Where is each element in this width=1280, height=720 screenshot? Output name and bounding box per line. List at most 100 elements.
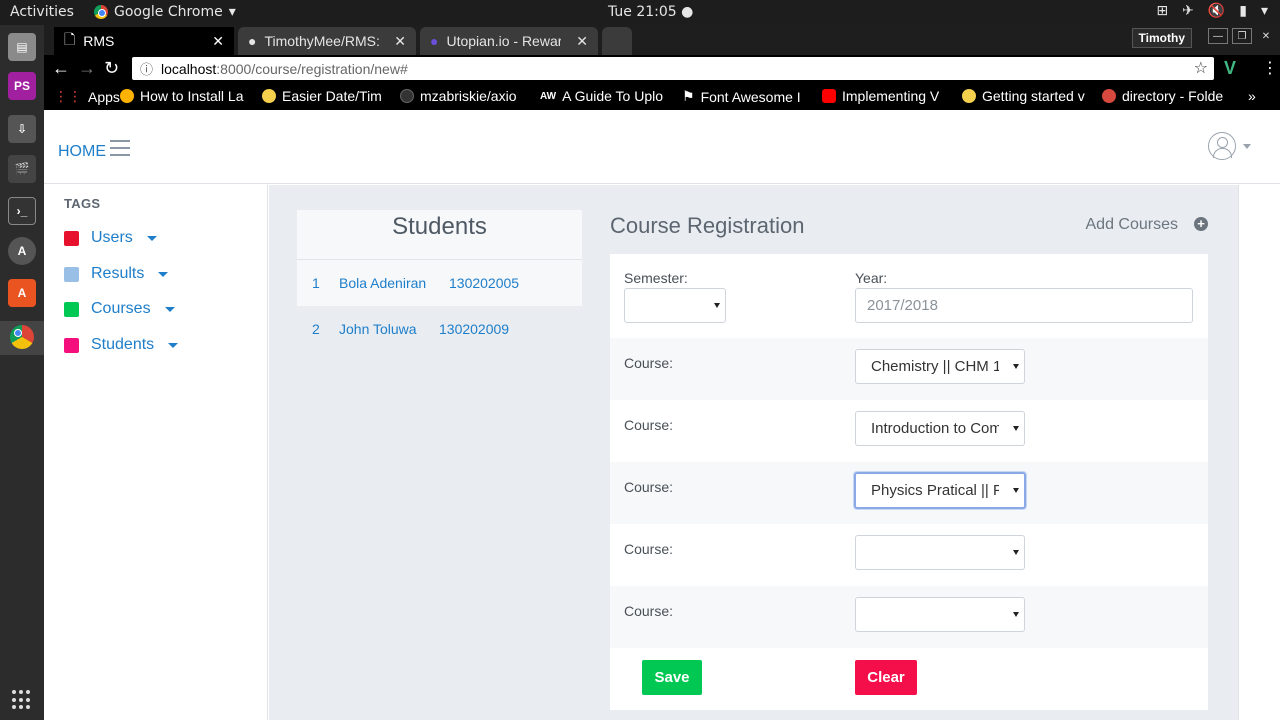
address-bar[interactable]: ⓘ localhost:8000/course/registration/new… <box>132 57 1214 80</box>
bookmark-item[interactable]: How to Install La <box>120 88 250 104</box>
caret-down-icon <box>146 235 157 241</box>
close-icon[interactable]: ✕ <box>576 33 588 50</box>
tab-github[interactable]: ● TimothyMee/RMS: I ✕ <box>238 27 416 55</box>
back-icon[interactable]: ← <box>52 58 70 79</box>
home-link[interactable]: HOME <box>58 143 106 161</box>
app-menu[interactable]: Google Chrome ▾ <box>94 4 236 20</box>
tag-color-swatch <box>64 337 79 353</box>
app-name: Google Chrome <box>114 4 223 20</box>
bookmarks-overflow[interactable]: » <box>1248 88 1256 104</box>
add-courses-link[interactable]: Add Courses <box>1086 216 1179 234</box>
bookmark-star-icon[interactable]: ☆ <box>1194 58 1208 78</box>
bookmark-item[interactable]: ⚑ Font Awesome I <box>682 88 812 105</box>
battery-icon: ▮ <box>1239 3 1247 19</box>
tab-title: RMS <box>83 33 115 49</box>
show-applications-icon[interactable] <box>12 690 32 710</box>
browser-tab-strip: 🗋 RMS ✕ ● TimothyMee/RMS: I ✕ ● Utopian.… <box>44 25 1280 55</box>
system-tray[interactable]: ⊞ ✈ 🔇 ▮ ▾ <box>1156 3 1268 19</box>
year-input[interactable]: 2017/2018 <box>855 288 1193 323</box>
course-select[interactable]: Chemistry || CHM 1 <box>855 349 1025 384</box>
sidebar-item-label: Users <box>91 229 133 246</box>
bookmark-favicon-icon <box>120 89 134 103</box>
sidebar-item-label: Results <box>91 265 145 282</box>
select-arrow-icon <box>1013 488 1019 493</box>
close-icon[interactable]: ✕ <box>394 33 406 50</box>
course-label: Course: <box>624 417 674 433</box>
form-actions-row: Save Clear <box>610 648 1208 710</box>
page-icon: 🗋 <box>64 31 76 47</box>
select-arrow-icon <box>1013 364 1019 369</box>
bookmark-apps[interactable]: ⋮⋮ Apps <box>54 88 120 105</box>
browser-toolbar: ← → ↻ ⓘ localhost:8000/course/registrati… <box>44 55 1280 82</box>
plus-circle-icon[interactable]: + <box>1194 217 1208 231</box>
course-select[interactable]: Physics Pratical || P <box>854 472 1026 509</box>
tab-rms[interactable]: 🗋 RMS ✕ <box>54 27 234 55</box>
hamburger-menu-icon[interactable] <box>110 140 130 156</box>
sidebar-item-label: Students <box>91 336 155 353</box>
minimize-icon[interactable]: — <box>1208 28 1228 44</box>
bookmark-label: mzabriskie/axio <box>420 88 517 104</box>
files-icon[interactable]: ▤ <box>8 33 36 61</box>
student-matric[interactable]: 130202005 <box>449 275 519 291</box>
profile-button[interactable]: Timothy <box>1131 28 1192 48</box>
bookmark-item[interactable]: AW A Guide To Uplo <box>540 88 670 104</box>
student-row[interactable]: 1 Bola Adeniran 130202005 <box>297 260 582 306</box>
terminal-icon[interactable]: ›_ <box>8 197 36 225</box>
software-updater-icon[interactable]: A <box>8 237 36 265</box>
student-name[interactable]: John Toluwa <box>339 321 439 337</box>
semester-select[interactable] <box>624 288 726 323</box>
select-arrow-icon <box>1013 550 1019 555</box>
forward-icon[interactable]: → <box>78 58 96 79</box>
clear-button[interactable]: Clear <box>855 660 917 695</box>
new-tab-button[interactable] <box>602 27 632 55</box>
sidebar-item-students[interactable]: Students <box>64 336 179 354</box>
video-editor-icon[interactable]: 🎬 <box>8 155 36 183</box>
sidebar-heading: TAGS <box>64 196 101 211</box>
bookmark-item[interactable]: Easier Date/Tim <box>262 88 388 104</box>
reload-icon[interactable]: ↻ <box>104 58 119 79</box>
save-button[interactable]: Save <box>642 660 702 695</box>
activities-button[interactable]: Activities <box>10 4 74 20</box>
ubuntu-software-icon[interactable]: A <box>8 279 36 307</box>
students-panel: Students 1 Bola Adeniran 130202005 2 Joh… <box>297 210 582 352</box>
phpstorm-icon[interactable]: PS <box>8 72 36 100</box>
clock[interactable]: Tue 21:05 ● <box>608 4 693 20</box>
url-path: :8000/course/registration/new# <box>216 60 408 77</box>
usb-installer-icon[interactable]: ⇩ <box>8 115 36 143</box>
bookmark-item[interactable]: Implementing V <box>822 88 952 104</box>
course-select[interactable] <box>855 535 1025 570</box>
tag-color-swatch <box>64 266 79 282</box>
user-avatar-icon[interactable] <box>1208 132 1236 160</box>
select-arrow-icon <box>1013 426 1019 431</box>
dock: ▤ PS ⇩ 🎬 ›_ A A <box>0 25 44 720</box>
bookmark-item[interactable]: mzabriskie/axio <box>400 88 530 104</box>
form-title: Course Registration <box>610 213 805 238</box>
aw-icon: AW <box>540 90 557 102</box>
restore-icon[interactable]: ❐ <box>1232 28 1252 44</box>
close-window-icon[interactable]: ✕ <box>1256 28 1276 44</box>
apps-grid-icon: ⋮⋮ <box>54 88 82 104</box>
student-matric[interactable]: 130202009 <box>439 321 509 337</box>
close-icon[interactable]: ✕ <box>212 33 224 50</box>
sidebar-item-results[interactable]: Results <box>64 265 169 283</box>
chrome-dock-icon[interactable] <box>8 323 36 351</box>
tab-title: Utopian.io - Reward <box>446 33 562 49</box>
vue-devtools-icon[interactable]: V <box>1224 58 1236 79</box>
course-select[interactable] <box>855 597 1025 632</box>
bookmark-item[interactable]: directory - Folde <box>1102 88 1226 104</box>
sidebar-item-users[interactable]: Users <box>64 229 157 247</box>
chevron-down-icon: ▾ <box>228 4 236 20</box>
student-number: 1 <box>312 275 320 291</box>
course-value: Introduction to Com <box>871 420 999 437</box>
sidebar-item-courses[interactable]: Courses <box>64 300 175 318</box>
caret-down-icon <box>168 342 179 348</box>
power-menu-icon: ▾ <box>1260 3 1268 19</box>
bookmark-favicon-icon <box>962 89 976 103</box>
bookmark-item[interactable]: Getting started v <box>962 88 1092 104</box>
course-select[interactable]: Introduction to Com <box>855 411 1025 446</box>
student-row[interactable]: 2 John Toluwa 130202009 <box>297 306 582 352</box>
tab-utopian[interactable]: ● Utopian.io - Reward ✕ <box>420 27 598 55</box>
menu-kebab-icon[interactable]: ⋮ <box>1262 58 1278 78</box>
student-name[interactable]: Bola Adeniran <box>339 275 449 291</box>
chevron-down-icon[interactable] <box>1243 144 1251 149</box>
